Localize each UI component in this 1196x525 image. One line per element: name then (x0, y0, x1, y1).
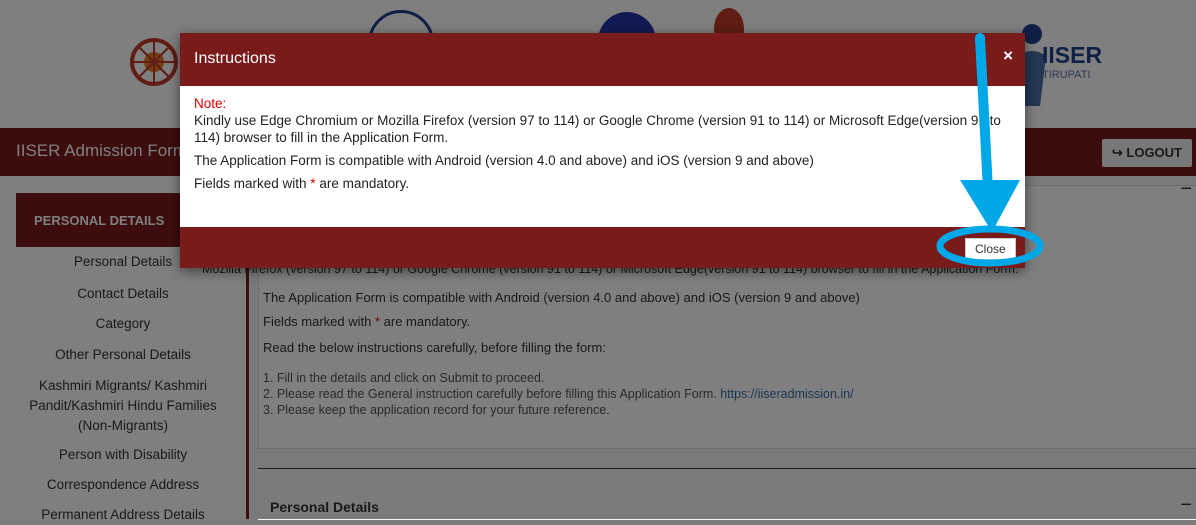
modal-compat-line: The Application Form is compatible with … (194, 153, 814, 168)
close-button[interactable]: Close (965, 238, 1016, 260)
modal-footer: Close (180, 227, 1025, 268)
modal-mandatory-suffix: are mandatory. (315, 176, 410, 191)
modal-body: Note: Kindly use Edge Chromium or Mozill… (194, 95, 1014, 198)
modal-mandatory-prefix: Fields marked with (194, 176, 311, 191)
modal-browser-line: Kindly use Edge Chromium or Mozilla Fire… (194, 113, 1001, 145)
instructions-modal: Instructions × Note: Kindly use Edge Chr… (180, 33, 1025, 268)
modal-header: Instructions × (180, 33, 1025, 86)
modal-mandatory-line: Fields marked with * are mandatory. (194, 175, 1014, 192)
note-label: Note: (194, 96, 227, 111)
modal-close-icon[interactable]: × (1003, 46, 1013, 66)
modal-title: Instructions (194, 50, 276, 67)
